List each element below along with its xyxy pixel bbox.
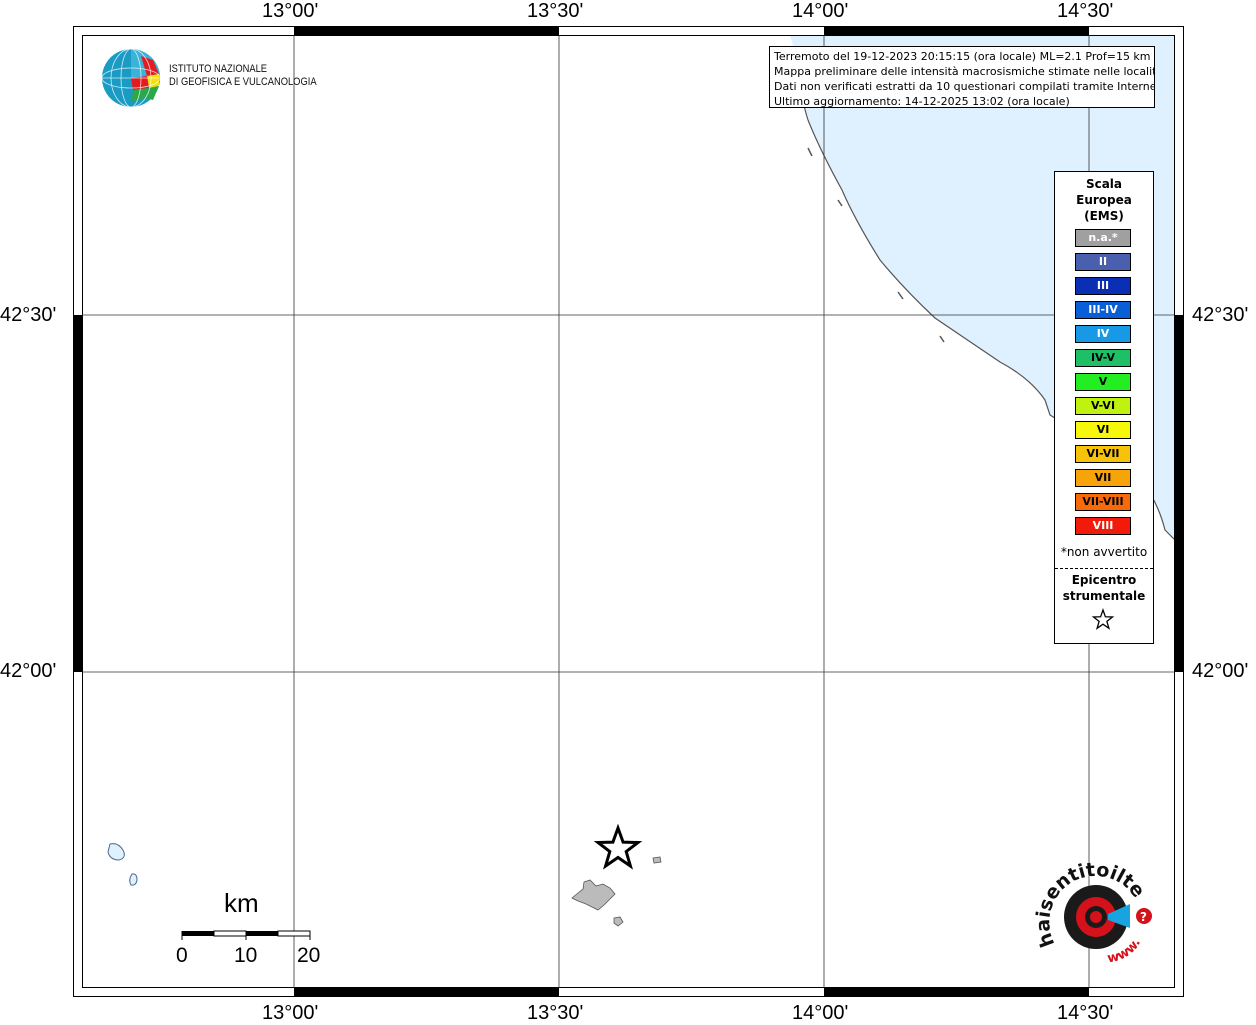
epicenter-legend-star-icon bbox=[1091, 608, 1115, 630]
scale-label-20: 20 bbox=[297, 944, 321, 967]
lon-label-top-1: 13°00' bbox=[262, 0, 319, 22]
event-info-box: Terremoto del 19-12-2023 20:15:15 (ora l… bbox=[769, 46, 1155, 108]
legend-swatch: V bbox=[1075, 373, 1131, 391]
lat-label-left-1: 42°30' bbox=[0, 304, 57, 326]
ems-legend: Scala Europea (EMS) n.a.* II III III-IV IV IV… bbox=[1054, 171, 1154, 644]
legend-note: *non avvertito bbox=[1060, 545, 1148, 559]
lon-label-top-3: 14°00' bbox=[792, 0, 849, 22]
legend-title-line-1: Scala bbox=[1085, 177, 1123, 191]
lon-label-bottom-1: 13°00' bbox=[262, 1002, 319, 1024]
legend-items: n.a.* II III III-IV IV IV-V V V-VI VI VI-VII VII VI… bbox=[1075, 229, 1131, 541]
legend-swatch: VIII bbox=[1075, 517, 1131, 535]
event-info-line-3: Dati non verificati estratti da 10 quest… bbox=[774, 80, 1155, 93]
scale-bar-title: km bbox=[224, 888, 259, 918]
lat-label-right-1: 42°30' bbox=[1192, 304, 1249, 326]
localities bbox=[571, 856, 662, 927]
lat-label-left-2: 42°00' bbox=[0, 660, 57, 682]
event-info-line-2: Mappa preliminare delle intensità macros… bbox=[774, 65, 1155, 78]
lakes bbox=[107, 843, 138, 886]
lon-label-top-2: 13°30' bbox=[527, 0, 584, 22]
epicenter-star-icon[interactable] bbox=[593, 823, 643, 870]
legend-swatch: VII bbox=[1075, 469, 1131, 487]
legend-swatch: VII-VIII bbox=[1075, 493, 1131, 511]
lat-label-right-2: 42°00' bbox=[1192, 660, 1249, 682]
legend-title: Scala Europea (EMS) bbox=[1055, 176, 1153, 224]
lon-label-top-4: 14°30' bbox=[1057, 0, 1114, 22]
legend-swatch: III-IV bbox=[1075, 301, 1131, 319]
legend-separator bbox=[1055, 568, 1153, 569]
legend-swatch: VI-VII bbox=[1075, 445, 1131, 463]
ingv-logo-line1: ISTITUTO NAZIONALE bbox=[169, 63, 268, 75]
epicenter-legend-title: Epicentro strumentale bbox=[1055, 572, 1153, 604]
legend-swatch: n.a.* bbox=[1075, 229, 1131, 247]
legend-swatch: II bbox=[1075, 253, 1131, 271]
lon-label-bottom-3: 14°00' bbox=[792, 1002, 849, 1024]
lon-label-bottom-4: 14°30' bbox=[1057, 1002, 1114, 1024]
legend-swatch: VI bbox=[1075, 421, 1131, 439]
event-info-line-1: Terremoto del 19-12-2023 20:15:15 (ora l… bbox=[774, 50, 1151, 63]
scale-bar bbox=[181, 930, 311, 940]
ingv-globe-logo bbox=[101, 48, 161, 108]
legend-swatch: IV-V bbox=[1075, 349, 1131, 367]
epicenter-legend-line-1: Epicentro bbox=[1071, 573, 1137, 587]
legend-title-line-3: (EMS) bbox=[1084, 209, 1124, 223]
lon-label-bottom-2: 13°30' bbox=[527, 1002, 584, 1024]
svg-text:?: ? bbox=[1140, 910, 1147, 924]
legend-swatch: IV bbox=[1075, 325, 1131, 343]
scale-label-0: 0 bbox=[176, 944, 188, 967]
legend-swatch: III bbox=[1075, 277, 1131, 295]
scale-label-10: 10 bbox=[234, 944, 258, 967]
haisentito-logo: haisentitoilterremoto.it www. ? bbox=[1034, 862, 1152, 966]
ingv-logo-line2: DI GEOFISICA E VULCANOLOGIA bbox=[169, 76, 317, 88]
legend-title-line-2: Europea bbox=[1076, 193, 1132, 207]
ingv-logo-text: ISTITUTO NAZIONALE DI GEOFISICA E VULCAN… bbox=[169, 63, 317, 89]
legend-swatch: V-VI bbox=[1075, 397, 1131, 415]
epicenter-legend-line-2: strumentale bbox=[1062, 589, 1146, 603]
event-info-line-4: Ultimo aggiornamento: 14-12-2025 13:02 (… bbox=[774, 95, 1070, 108]
